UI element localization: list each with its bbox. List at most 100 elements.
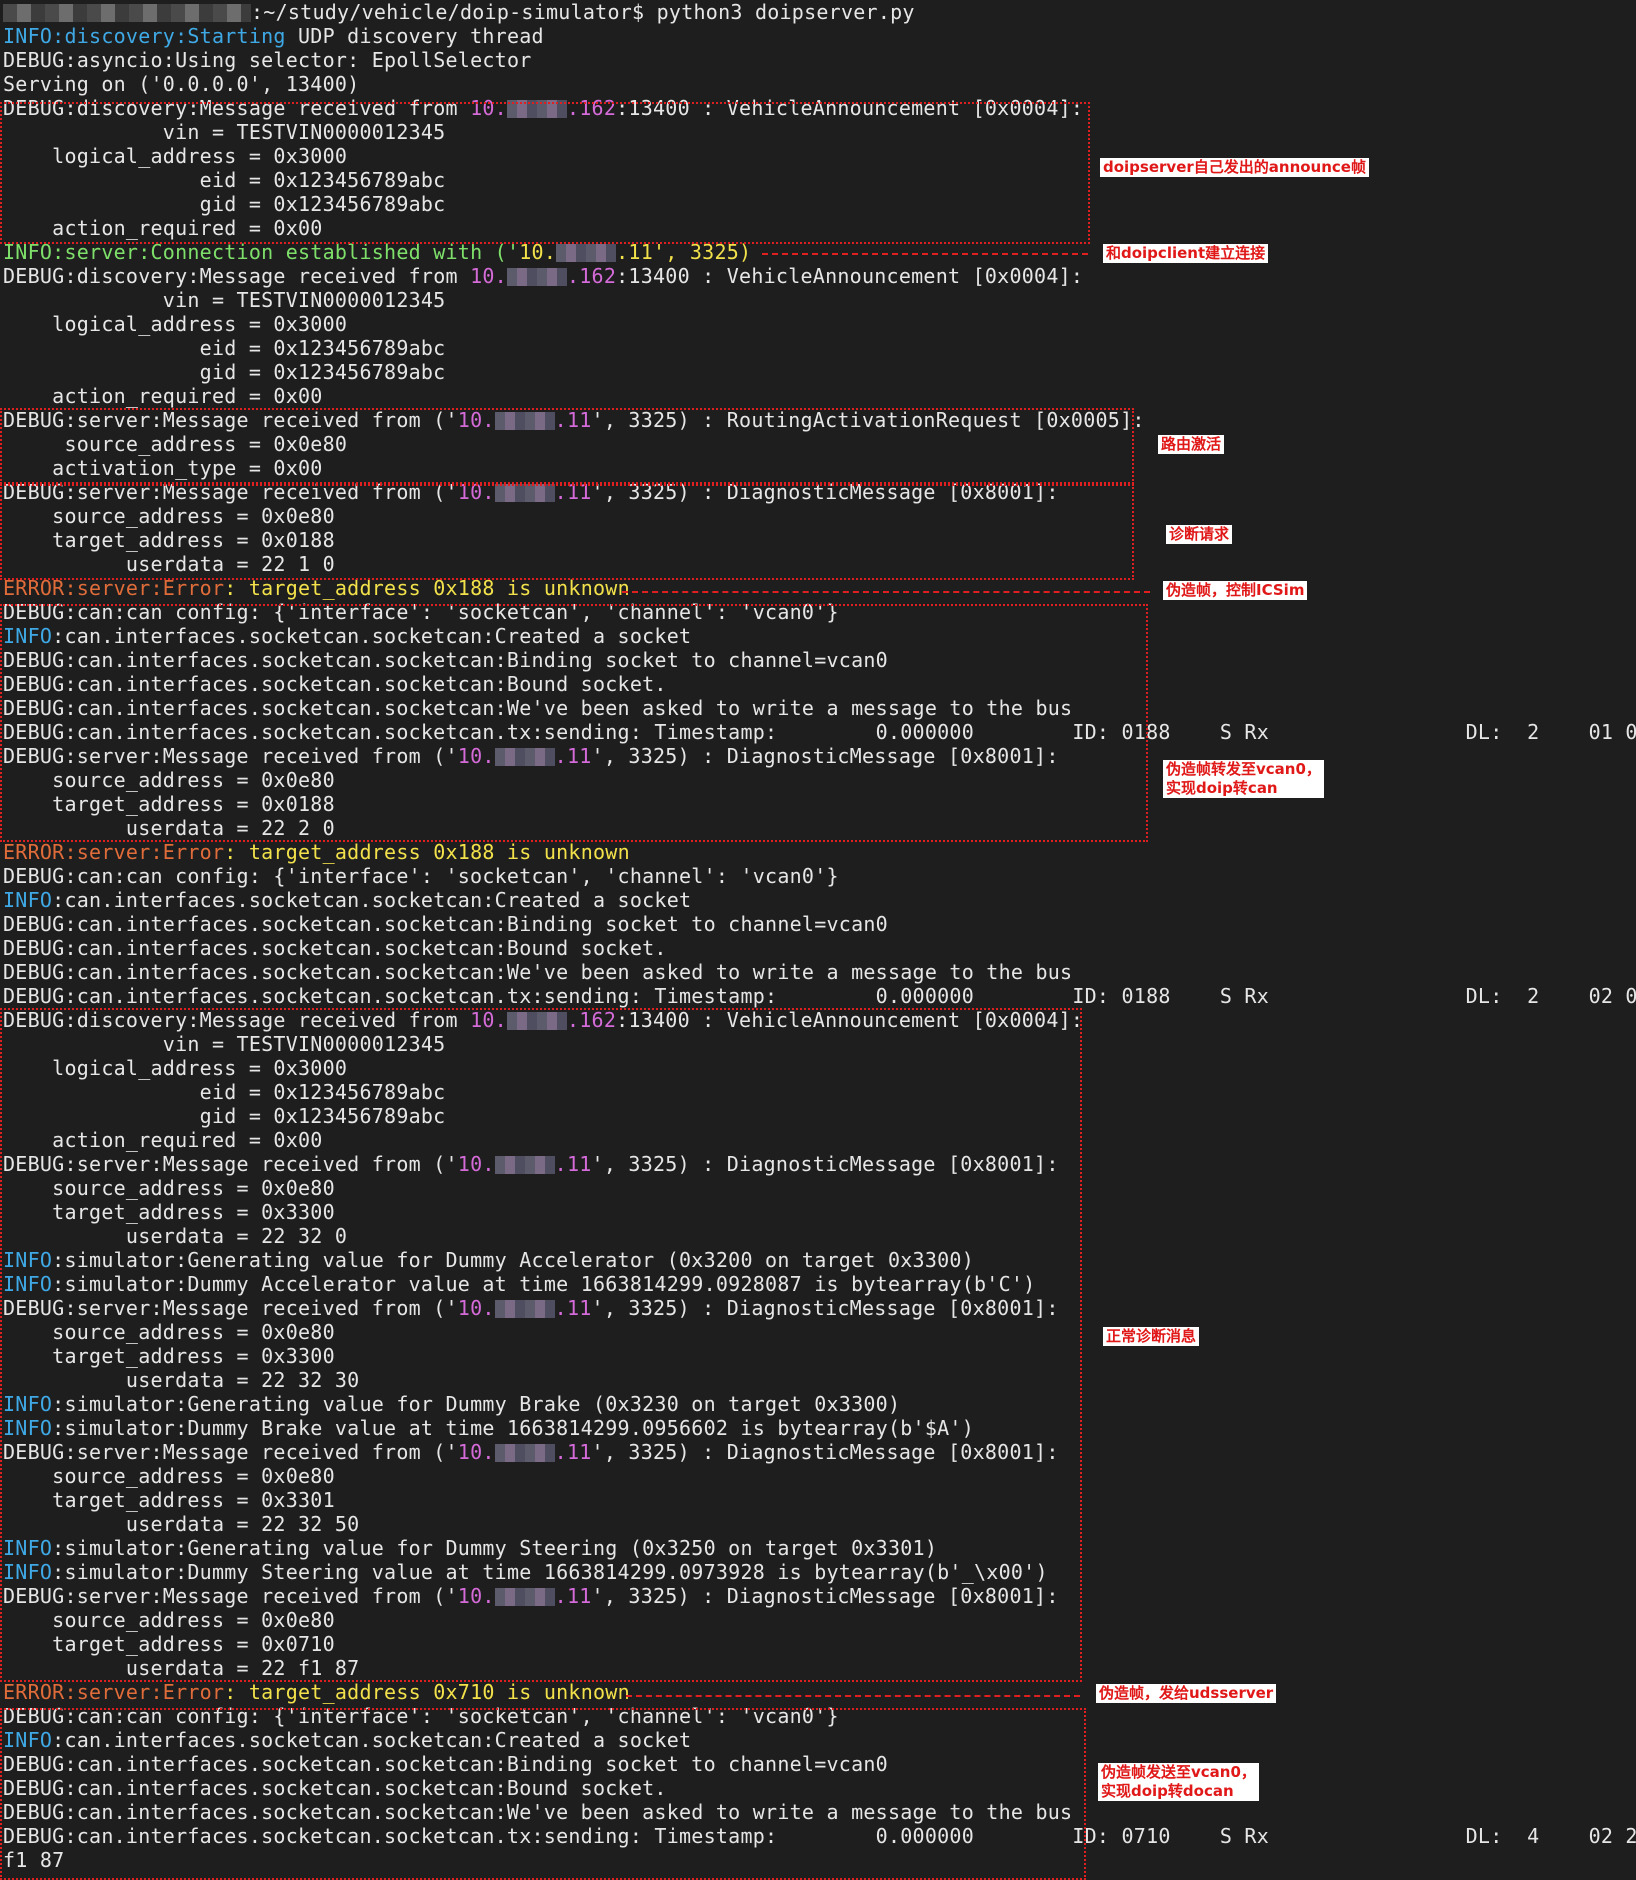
log-line: DEBUG:can.interfaces.socketcan.socketcan… — [3, 936, 667, 960]
log-line: f1 87 — [3, 1848, 65, 1872]
log-line: DEBUG:server:Message received from ('10.… — [3, 480, 1059, 504]
log-line: INFO:server:Connection established with … — [3, 240, 752, 264]
log-line: action_required = 0x00 — [3, 216, 323, 240]
log-line: target_address = 0x0710 — [3, 1632, 335, 1656]
log-line: INFO:simulator:Generating value for Dumm… — [3, 1248, 974, 1272]
log-line: ERROR:server:Error: target_address 0x710… — [3, 1680, 630, 1704]
command: python3 doipserver.py — [656, 0, 915, 24]
annotation-normal-diag: 正常诊断消息 — [1103, 1327, 1200, 1346]
log-line: source_address = 0x0e80 — [3, 1320, 335, 1344]
log-line: vin = TESTVIN0000012345 — [3, 288, 446, 312]
redacted-ip — [506, 1012, 567, 1030]
log-line: DEBUG:server:Message received from ('10.… — [3, 1584, 1059, 1608]
log-line: DEBUG:can.interfaces.socketcan.socketcan… — [3, 1824, 1636, 1848]
log-line: userdata = 22 32 50 — [3, 1512, 360, 1536]
annotation-send-vcan: 伪造帧发送至vcan0， 实现doip转docan — [1098, 1763, 1259, 1801]
annotation-connect: 和doipclient建立连接 — [1103, 244, 1269, 263]
log-line: INFO:simulator:Dummy Accelerator value a… — [3, 1272, 1036, 1296]
log-line: DEBUG:can:can config: {'interface': 'soc… — [3, 864, 839, 888]
log-line: source_address = 0x0e80 — [3, 504, 335, 528]
log-line: DEBUG:discovery:Message received from 10… — [3, 96, 1084, 120]
log-line: userdata = 22 32 30 — [3, 1368, 360, 1392]
log-line: DEBUG:server:Message received from ('10.… — [3, 1440, 1059, 1464]
log-line: DEBUG:can.interfaces.socketcan.socketcan… — [3, 1752, 888, 1776]
prompt-line: :~/study/vehicle/doip-simulator$ python3… — [3, 0, 915, 24]
log-line: source_address = 0x0e80 — [3, 1464, 335, 1488]
log-line: DEBUG:can:can config: {'interface': 'soc… — [3, 600, 839, 624]
log-line: userdata = 22 1 0 — [3, 552, 335, 576]
log-line: DEBUG:server:Message received from ('10.… — [3, 1296, 1059, 1320]
log-line: target_address = 0x0188 — [3, 792, 335, 816]
log-line: DEBUG:can:can config: {'interface': 'soc… — [3, 1704, 839, 1728]
log-line: source_address = 0x0e80 — [3, 432, 348, 456]
log-line: userdata = 22 f1 87 — [3, 1656, 360, 1680]
log-line: DEBUG:discovery:Message received from 10… — [3, 1008, 1084, 1032]
annotation-forward-vcan: 伪造帧转发至vcan0， 实现doip转can — [1163, 760, 1324, 798]
redacted-ip — [494, 1588, 555, 1606]
annotation-forge-uds: 伪造帧，发给udsserver — [1096, 1684, 1277, 1703]
log-line: gid = 0x123456789abc — [3, 360, 446, 384]
log-line: eid = 0x123456789abc — [3, 1080, 446, 1104]
log-line: DEBUG:can.interfaces.socketcan.socketcan… — [3, 984, 1636, 1008]
log-line: action_required = 0x00 — [3, 384, 323, 408]
log-line: DEBUG:can.interfaces.socketcan.socketcan… — [3, 672, 667, 696]
pointer-line-forge-uds — [626, 1695, 1080, 1697]
log-line: target_address = 0x3300 — [3, 1344, 335, 1368]
terminal-window[interactable]: :~/study/vehicle/doip-simulator$ python3… — [0, 0, 1636, 1880]
log-line: action_required = 0x00 — [3, 1128, 323, 1152]
log-line: target_address = 0x3300 — [3, 1200, 335, 1224]
redacted-ip — [494, 484, 555, 502]
log-line: userdata = 22 2 0 — [3, 816, 335, 840]
redacted-hostname — [3, 4, 251, 22]
log-line: DEBUG:server:Message received from ('10.… — [3, 1152, 1059, 1176]
log-line: gid = 0x123456789abc — [3, 192, 446, 216]
pointer-line-connect — [762, 253, 1088, 255]
log-line: DEBUG:discovery:Message received from 10… — [3, 264, 1084, 288]
log-line: logical_address = 0x3000 — [3, 1056, 348, 1080]
log-line: DEBUG:asyncio:Using selector: EpollSelec… — [3, 48, 532, 72]
log-line: ERROR:server:Error: target_address 0x188… — [3, 840, 630, 864]
log-line: eid = 0x123456789abc — [3, 336, 446, 360]
redacted-ip — [506, 100, 567, 118]
log-line: INFO:can.interfaces.socketcan.socketcan:… — [3, 1728, 692, 1752]
log-line: DEBUG:can.interfaces.socketcan.socketcan… — [3, 1776, 667, 1800]
log-line: ERROR:server:Error: target_address 0x188… — [3, 576, 630, 600]
log-line: DEBUG:can.interfaces.socketcan.socketcan… — [3, 648, 888, 672]
log-line: DEBUG:server:Message received from ('10.… — [3, 744, 1059, 768]
log-line: userdata = 22 32 0 — [3, 1224, 348, 1248]
annotation-announce: doipserver自己发出的announce帧 — [1100, 158, 1369, 177]
annotation-routing: 路由激活 — [1158, 435, 1225, 454]
redacted-ip — [494, 1444, 555, 1462]
redacted-ip — [494, 412, 555, 430]
redacted-ip — [494, 1156, 555, 1174]
log-line: DEBUG:can.interfaces.socketcan.socketcan… — [3, 696, 1073, 720]
log-line: INFO:discovery:Starting UDP discovery th… — [3, 24, 544, 48]
log-line: source_address = 0x0e80 — [3, 1608, 335, 1632]
log-line: activation_type = 0x00 — [3, 456, 323, 480]
log-line: DEBUG:server:Message received from ('10.… — [3, 408, 1145, 432]
redacted-ip — [556, 244, 617, 262]
log-line: source_address = 0x0e80 — [3, 1176, 335, 1200]
log-line: DEBUG:can.interfaces.socketcan.socketcan… — [3, 720, 1636, 744]
log-line: DEBUG:can.interfaces.socketcan.socketcan… — [3, 912, 888, 936]
log-line: INFO:simulator:Dummy Brake value at time… — [3, 1416, 974, 1440]
log-line: DEBUG:can.interfaces.socketcan.socketcan… — [3, 960, 1073, 984]
log-line: target_address = 0x3301 — [3, 1488, 335, 1512]
log-line: DEBUG:can.interfaces.socketcan.socketcan… — [3, 1800, 1073, 1824]
redacted-ip — [506, 268, 567, 286]
log-line: target_address = 0x0188 — [3, 528, 335, 552]
log-line: eid = 0x123456789abc — [3, 168, 446, 192]
annotation-diag-request: 诊断请求 — [1166, 525, 1233, 544]
log-line: INFO:simulator:Generating value for Dumm… — [3, 1392, 901, 1416]
log-line: source_address = 0x0e80 — [3, 768, 335, 792]
log-line: INFO:simulator:Dummy Steering value at t… — [3, 1560, 1048, 1584]
log-line: logical_address = 0x3000 — [3, 144, 348, 168]
log-line: Serving on ('0.0.0.0', 13400) — [3, 72, 360, 96]
log-line: vin = TESTVIN0000012345 — [3, 1032, 446, 1056]
redacted-ip — [494, 1300, 555, 1318]
log-line: vin = TESTVIN0000012345 — [3, 120, 446, 144]
log-line: INFO:simulator:Generating value for Dumm… — [3, 1536, 938, 1560]
log-line: INFO:can.interfaces.socketcan.socketcan:… — [3, 624, 692, 648]
log-line: gid = 0x123456789abc — [3, 1104, 446, 1128]
redacted-ip — [494, 748, 555, 766]
